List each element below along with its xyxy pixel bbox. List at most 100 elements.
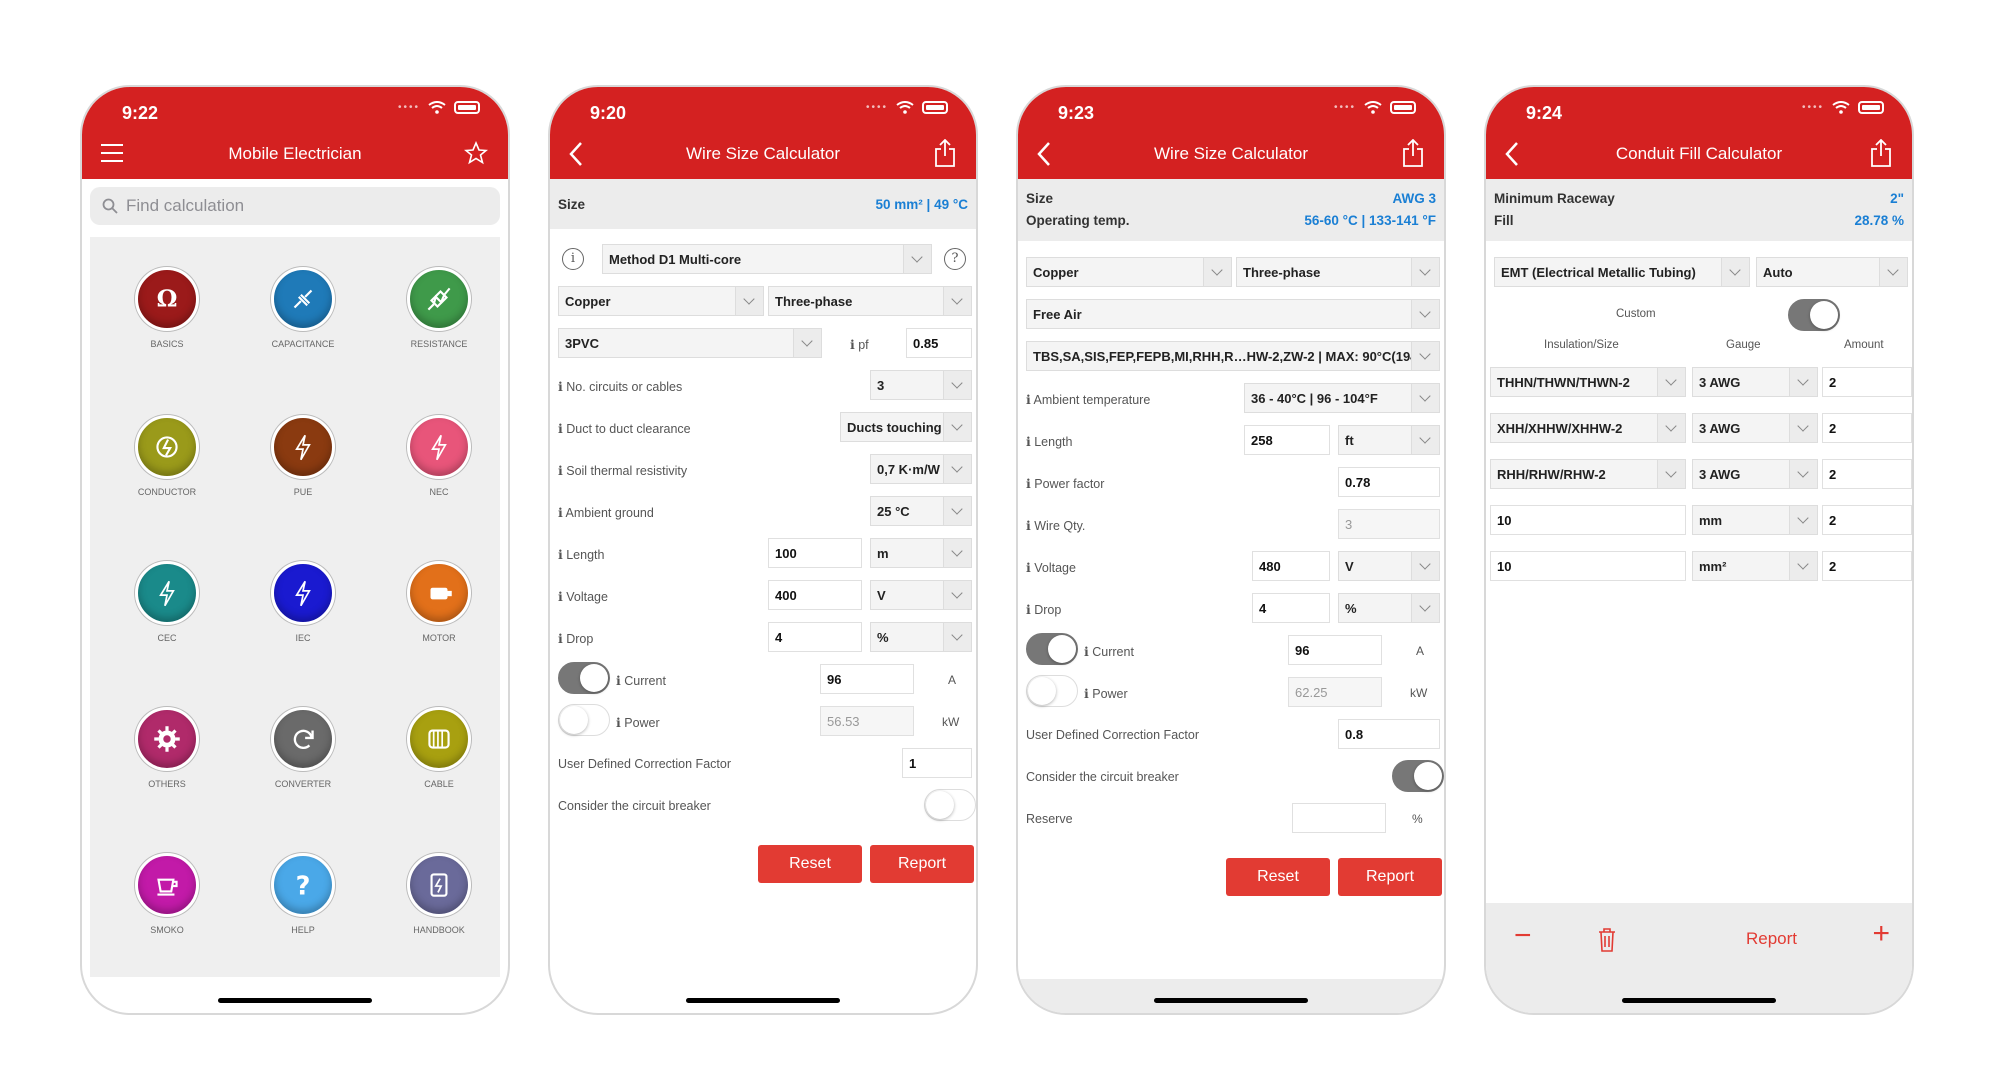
battery-icon [1390,101,1416,114]
category-label: CAPACITANCE [271,339,335,349]
drop-input[interactable]: 4 [1252,593,1330,623]
power-toggle[interactable] [558,704,610,736]
star-icon[interactable] [464,141,488,165]
length-input[interactable]: 258 [1244,425,1330,455]
length-unit-select[interactable]: ft [1338,425,1440,455]
qty-input[interactable]: 3 [1338,509,1440,539]
status-icons: •••• [1334,101,1416,114]
report-button[interactable]: Report [1338,858,1442,896]
category-handbook[interactable]: HANDBOOK [384,853,494,935]
amount-input[interactable]: 2 [1822,551,1912,581]
phase-select[interactable]: Three-phase [768,286,972,316]
current-toggle[interactable] [558,662,610,694]
custom-toggle[interactable] [1788,299,1840,331]
voltage-unit-select[interactable]: V [870,580,972,610]
soil-select[interactable]: 0,7 K·m/W [870,454,972,484]
search-input[interactable]: Find calculation [90,187,500,225]
circuits-select[interactable]: 3 [870,370,972,400]
cable-select[interactable]: 3PVC [558,328,822,358]
length-unit-select[interactable]: m [870,538,972,568]
insulation-field[interactable]: XHH/XHHW/XHHW-2 [1490,413,1686,443]
breaker-toggle[interactable] [1392,760,1444,792]
category-converter[interactable]: CONVERTER [248,707,358,789]
category-smoko[interactable]: SMOKO [112,853,222,935]
material-select[interactable]: Copper [1026,257,1232,287]
category-label: CONDUCTOR [137,487,197,497]
info-icon[interactable]: i [562,248,584,270]
length-input[interactable]: 100 [768,538,862,568]
pf-label-text: Power factor [1034,477,1105,491]
drop-input[interactable]: 4 [768,622,862,652]
insulation-select[interactable]: TBS,SA,SIS,FEP,FEPB,MI,RHH,R…HW-2,ZW-2 |… [1026,341,1440,371]
installation-select[interactable]: Free Air [1026,299,1440,329]
drop-unit-select[interactable]: % [1338,593,1440,623]
category-nec[interactable]: NEC [384,415,494,497]
signal-icon: •••• [865,102,888,113]
insulation-field[interactable]: 10 [1490,505,1686,535]
chevron-down-icon [943,413,971,441]
chevron-down-icon [1657,460,1685,488]
conduit-type-select[interactable]: EMT (Electrical Metallic Tubing) [1494,257,1750,287]
amount-input[interactable]: 2 [1822,367,1912,397]
amount-input[interactable]: 2 [1822,459,1912,489]
share-icon[interactable] [934,139,956,167]
voltage-unit-select[interactable]: V [1338,551,1440,581]
category-resistance[interactable]: RESISTANCE [384,267,494,349]
insulation-field[interactable]: 10 [1490,551,1686,581]
pf-input[interactable]: 0.78 [1338,467,1440,497]
share-icon[interactable] [1402,139,1424,167]
current-toggle[interactable] [1026,633,1078,665]
pf-input[interactable]: 0.85 [906,328,972,358]
trash-icon[interactable] [1597,927,1617,953]
power-input[interactable]: 56.53 [820,706,914,736]
power-label: ℹ Power [616,716,660,730]
reserve-input[interactable] [1292,803,1386,833]
material-select[interactable]: Copper [558,286,764,316]
breaker-toggle[interactable] [924,789,976,821]
gauge-select[interactable]: 3 AWG [1692,367,1818,397]
report-button[interactable]: Report [1746,929,1797,949]
current-input[interactable]: 96 [820,664,914,694]
clearance-select[interactable]: Ducts touching [840,412,972,442]
udcf-input[interactable]: 0.8 [1338,719,1440,749]
result-summary: Size AWG 3 Operating temp. 56-60 °C | 133-… [1018,179,1444,241]
amount-input[interactable]: 2 [1822,413,1912,443]
category-iec[interactable]: IEC [248,561,358,643]
category-others[interactable]: OTHERS [112,707,222,789]
phase-select[interactable]: Three-phase [1236,257,1440,287]
reset-button[interactable]: Reset [758,845,862,883]
voltage-input[interactable]: 400 [768,580,862,610]
insulation-field[interactable]: RHH/RHW/RHW-2 [1490,459,1686,489]
category-pue[interactable]: PUE [248,415,358,497]
category-basics[interactable]: Ω BASICS [112,267,222,349]
reset-button[interactable]: Reset [1226,858,1330,896]
category-capacitance[interactable]: CAPACITANCE [248,267,358,349]
current-input[interactable]: 96 [1288,635,1382,665]
category-motor[interactable]: MOTOR [384,561,494,643]
insulation-field[interactable]: THHN/THWN/THWN-2 [1490,367,1686,397]
category-cec[interactable]: CEC [112,561,222,643]
voltage-input[interactable]: 480 [1252,551,1330,581]
category-help[interactable]: ? HELP [248,853,358,935]
add-button[interactable]: + [1872,919,1890,949]
gauge-select[interactable]: 3 AWG [1692,413,1818,443]
help-icon[interactable]: ? [944,248,966,270]
power-input[interactable]: 62.25 [1288,677,1382,707]
gauge-select[interactable]: mm² [1692,551,1818,581]
ambient-select[interactable]: 25 °C [870,496,972,526]
method-select[interactable]: Method D1 Multi-core [602,244,932,274]
conduit-size-select[interactable]: Auto [1756,257,1908,287]
gauge-select[interactable]: mm [1692,505,1818,535]
gauge-select[interactable]: 3 AWG [1692,459,1818,489]
insulation-value: XHH/XHHW/XHHW-2 [1497,421,1623,436]
category-conductor[interactable]: CONDUCTOR [112,415,222,497]
amount-input[interactable]: 2 [1822,505,1912,535]
udcf-input[interactable]: 1 [902,748,972,778]
category-cable[interactable]: CABLE [384,707,494,789]
share-icon[interactable] [1870,139,1892,167]
report-button[interactable]: Report [870,845,974,883]
drop-unit-select[interactable]: % [870,622,972,652]
ambient-select[interactable]: 36 - 40°C | 96 - 104°F [1244,383,1440,413]
remove-button[interactable]: − [1514,921,1532,951]
power-toggle[interactable] [1026,675,1078,707]
